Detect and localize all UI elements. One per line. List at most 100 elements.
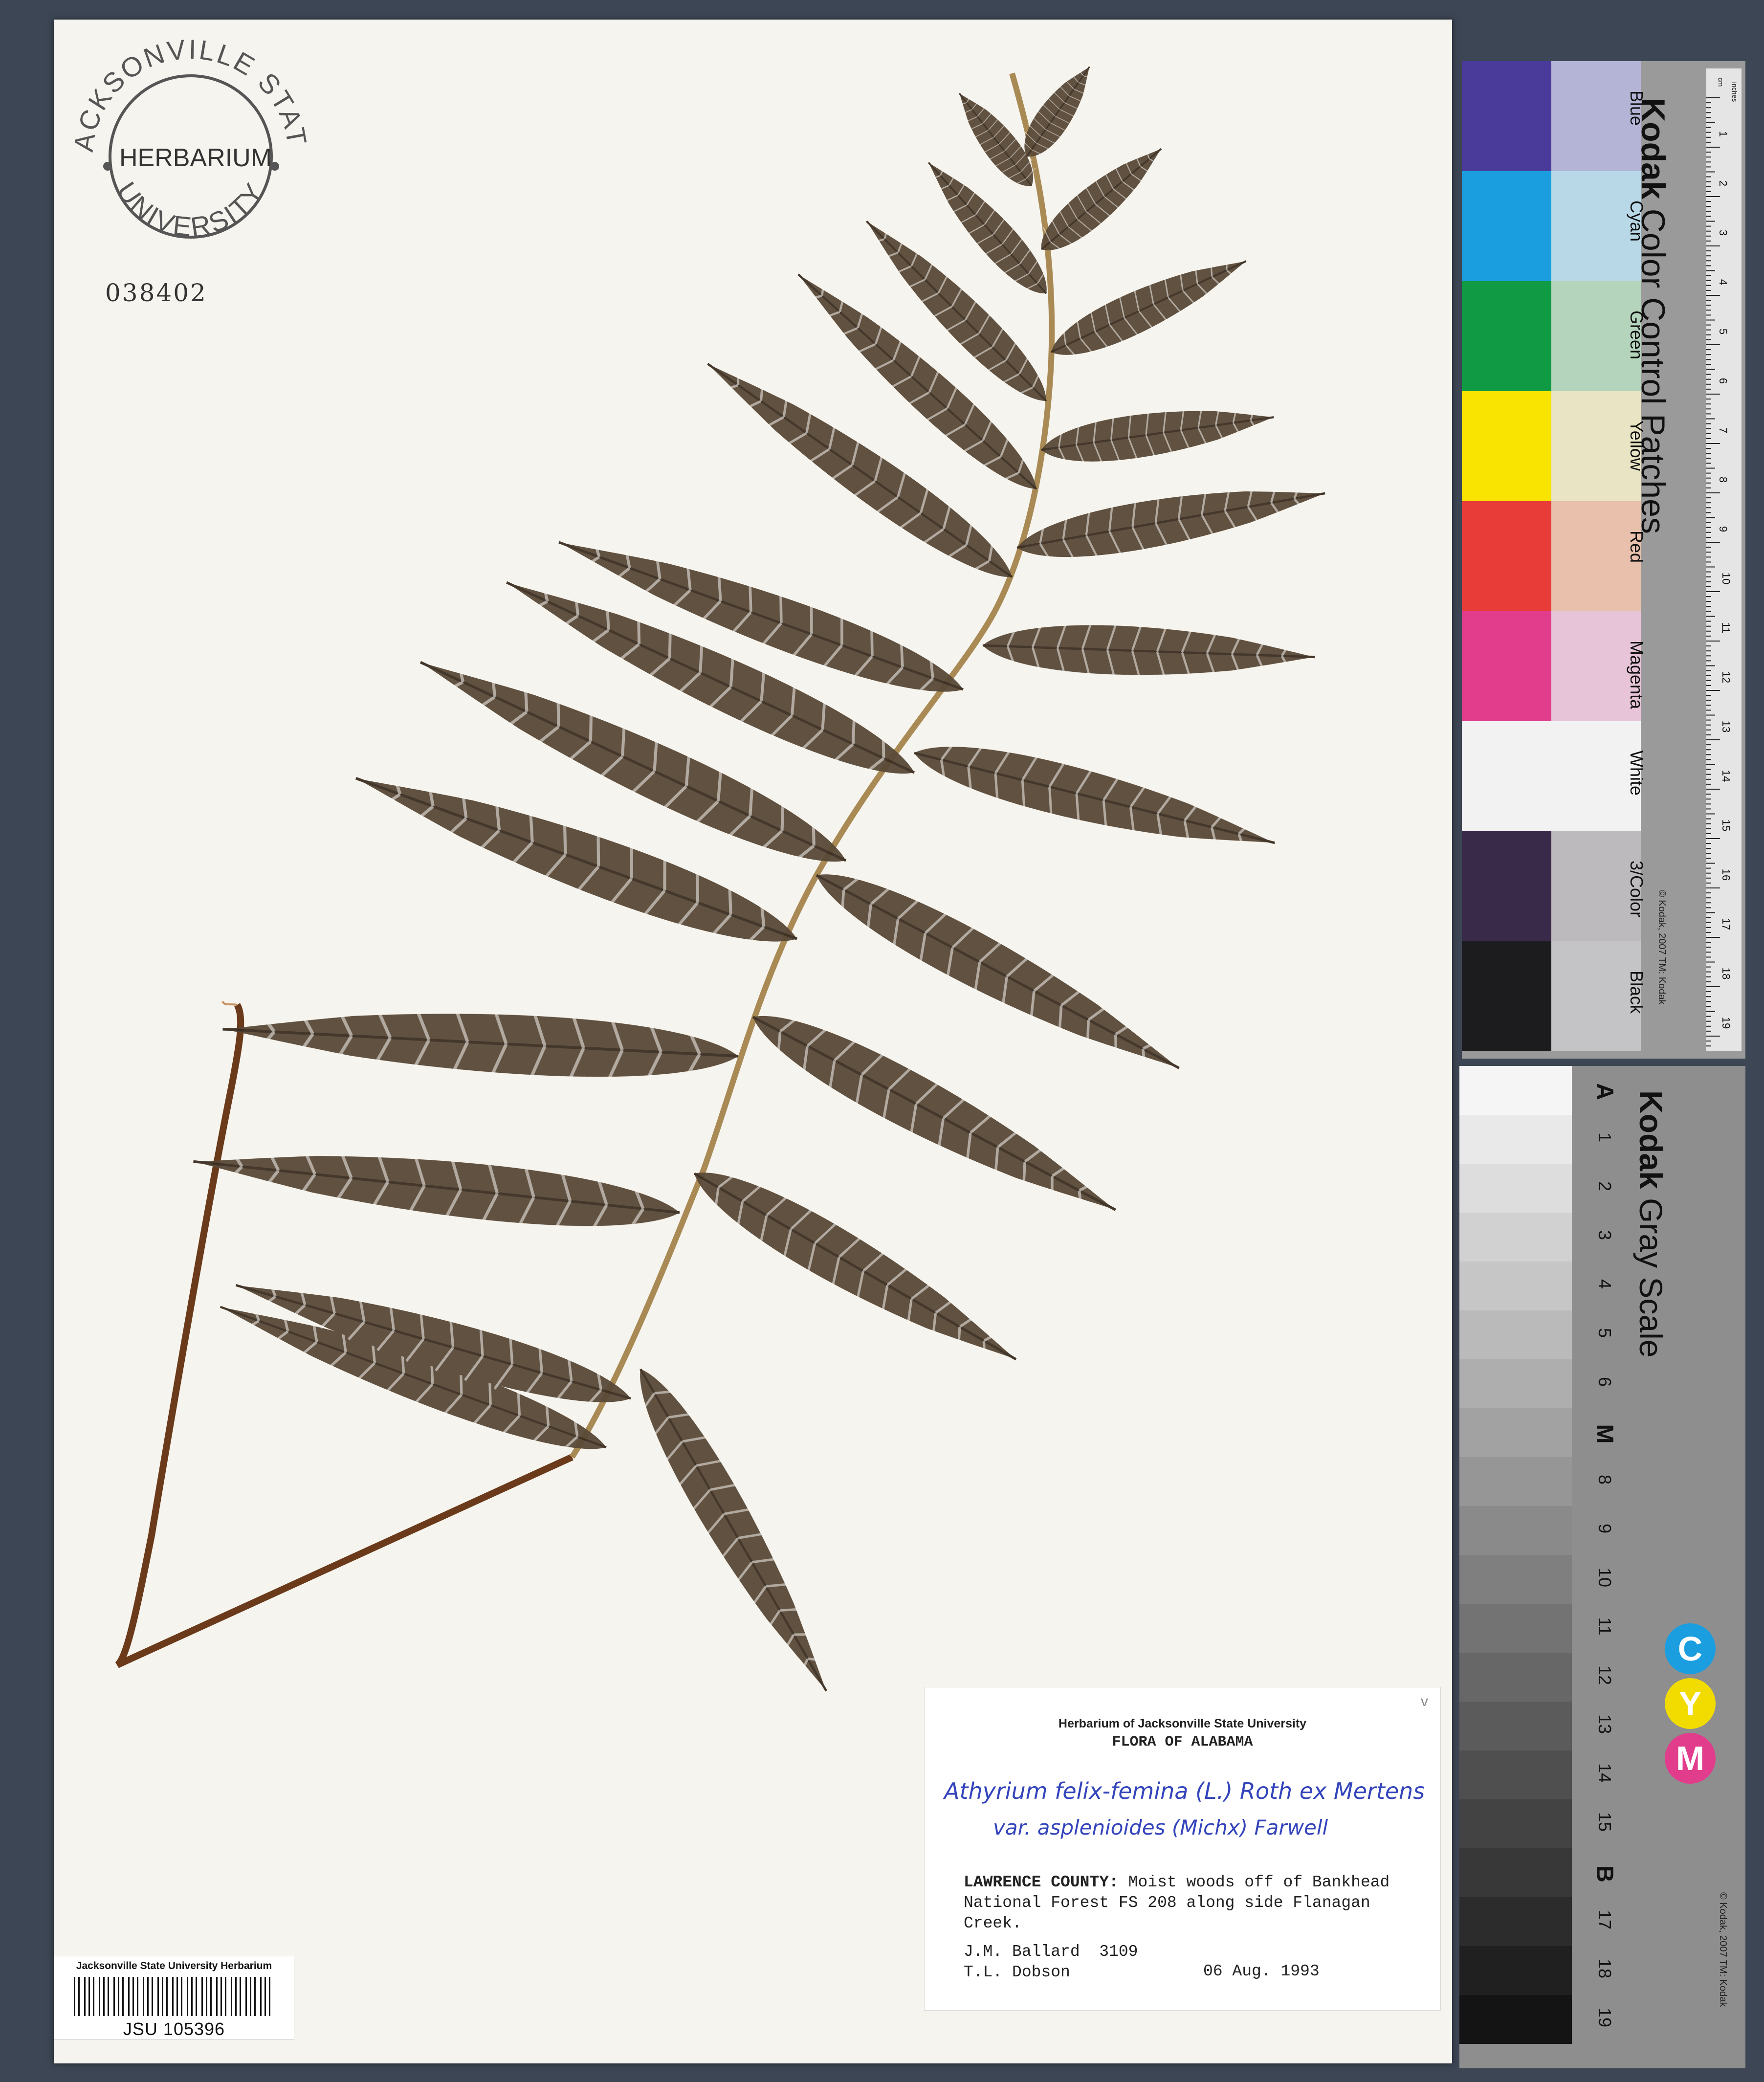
svg-text:UNIVERSITY: UNIVERSITY — [111, 177, 270, 243]
gray-step — [1459, 1310, 1572, 1359]
barcode-bar — [103, 1977, 105, 2016]
barcode-bar — [166, 1977, 168, 2016]
ruler-tick-label: 12 — [1720, 671, 1733, 684]
university-stamp: JACKSONVILLE STATE UNIVERSITY HERBARIUM — [54, 20, 313, 243]
gray-step-label: 5 — [1595, 1328, 1615, 1338]
gray-step — [1459, 1066, 1572, 1115]
gray-step — [1459, 1262, 1572, 1310]
county: LAWRENCE COUNTY: — [964, 1873, 1119, 1891]
gray-step-label: B — [1591, 1865, 1618, 1883]
collection-date: 06 Aug. 1993 — [1203, 1962, 1320, 1980]
barcode-number: JSU 105396 — [123, 2019, 225, 2039]
ruler-tick-label: 16 — [1720, 868, 1733, 881]
ruler-tick-label: 18 — [1720, 967, 1733, 980]
gray-step — [1459, 1946, 1572, 1995]
gray-step — [1459, 1653, 1572, 1702]
barcode-bar — [265, 1977, 266, 2016]
collectors: J.M. Ballard 3109 T.L. Dobson — [964, 1943, 1138, 1981]
barcode-bar — [176, 1977, 178, 2016]
patch-label: White — [1627, 751, 1647, 796]
color-card-copyright: © Kodak, 2007 TM: Kodak — [1656, 890, 1667, 1005]
gray-step — [1459, 1702, 1572, 1750]
barcode-bar — [210, 1977, 212, 2016]
gray-step — [1459, 1457, 1572, 1506]
taxon-name: Athyrium felix-femina (L.) Roth ex Merte… — [944, 1778, 1425, 1804]
check-mark: v — [1421, 1693, 1428, 1709]
patch-label: 3/Color — [1627, 861, 1647, 918]
barcode-bar — [128, 1977, 130, 2016]
cmy-dot-m: M — [1665, 1733, 1716, 1784]
barcode-bar — [201, 1977, 203, 2016]
barcode-bar — [137, 1977, 138, 2016]
patch-yellow-dark — [1462, 391, 1551, 501]
gray-step — [1459, 1115, 1572, 1164]
patch-label: Red — [1627, 531, 1647, 563]
barcode-bar — [240, 1977, 241, 2016]
stamp-top-text: JACKSONVILLE STATE — [54, 20, 311, 154]
barcode — [74, 1977, 270, 2016]
ruler-tick-label: 15 — [1720, 819, 1733, 832]
ruler-tick-label: 14 — [1720, 770, 1733, 782]
gray-step — [1459, 1506, 1572, 1555]
barcode-bar — [162, 1977, 163, 2016]
gray-step-label: 9 — [1595, 1523, 1615, 1534]
gray-step-label: 19 — [1595, 2007, 1615, 2028]
barcode-label: Jacksonville State University Herbarium … — [54, 1956, 294, 2040]
taxon-variety: var. asplenioides (Michx) Farwell — [993, 1816, 1328, 1839]
patch-blue-dark — [1462, 61, 1551, 171]
gray-step — [1459, 1750, 1572, 1799]
gray-step — [1459, 1555, 1572, 1604]
barcode-bar — [122, 1977, 124, 2016]
barcode-bar — [196, 1977, 197, 2016]
ruler-tick-label: 13 — [1720, 720, 1733, 733]
ruler-tick-label: 5 — [1717, 328, 1730, 335]
patch-green-dark — [1462, 281, 1551, 391]
ruler-tick-label: 8 — [1717, 476, 1730, 483]
herbarium-sheet: JACKSONVILLE STATE UNIVERSITY HERBARIUM … — [54, 20, 1452, 2063]
gray-step-label: 13 — [1595, 1714, 1615, 1734]
barcode-bar — [84, 1977, 86, 2016]
barcode-bar — [78, 1977, 80, 2016]
barcode-bar — [191, 1977, 193, 2016]
ruler-tick-label: 17 — [1720, 918, 1733, 930]
barcode-bar — [172, 1977, 174, 2016]
patch-3-color-dark — [1462, 831, 1551, 941]
barcode-bar — [187, 1977, 188, 2016]
ruler-tick-label: 11 — [1720, 622, 1732, 634]
barcode-bar — [206, 1977, 207, 2016]
cm-ruler: cm inches 1 2 3 4 5 6 7 8 9 10 11 12 13 14 15 16 17 18 19 — [1706, 68, 1742, 1051]
gray-card-title: Gray Scale — [1633, 1189, 1669, 1358]
barcode-bar — [216, 1977, 218, 2016]
barcode-bar — [231, 1977, 232, 2016]
barcode-bar — [143, 1977, 144, 2016]
gray-step — [1459, 1359, 1572, 1408]
patch-label: Cyan — [1627, 200, 1647, 242]
gray-step-label: 17 — [1595, 1909, 1615, 1930]
ruler-tick-label: 1 — [1717, 131, 1730, 137]
gray-step-label: 14 — [1595, 1763, 1615, 1783]
color-card-title: Color Control Patches — [1634, 199, 1672, 534]
gray-step-label: 6 — [1595, 1376, 1615, 1387]
barcode-bar — [118, 1977, 119, 2016]
patch-cyan-dark — [1462, 171, 1551, 281]
color-control-card: Kodak Color Control Patches Blue Cyan Gree… — [1462, 61, 1745, 1059]
specimen-label: v Herbarium of Jacksonville State Univer… — [924, 1687, 1441, 2011]
gray-step — [1459, 1897, 1572, 1946]
kodak-logo-text: Kodak — [1633, 1090, 1669, 1189]
patch-white-dark — [1462, 721, 1551, 831]
patch-black-dark — [1462, 941, 1551, 1051]
gray-step-label: M — [1591, 1424, 1618, 1444]
gray-step — [1459, 1848, 1572, 1897]
barcode-bar — [254, 1977, 256, 2016]
svg-text:JACKSONVILLE STATE: JACKSONVILLE STATE — [54, 20, 313, 154]
barcode-institution: Jacksonville State University Herbarium — [76, 1960, 272, 1971]
barcode-bar — [74, 1977, 75, 2016]
barcode-bar — [269, 1977, 270, 2016]
gray-step-label: 8 — [1595, 1474, 1615, 1485]
gray-step — [1459, 1799, 1572, 1848]
stamp-center-text: HERBARIUM — [119, 144, 272, 172]
barcode-bar — [225, 1977, 226, 2016]
gray-step-label: 18 — [1595, 1958, 1615, 1979]
barcode-bar — [235, 1977, 237, 2016]
patch-label: Green — [1627, 310, 1647, 360]
